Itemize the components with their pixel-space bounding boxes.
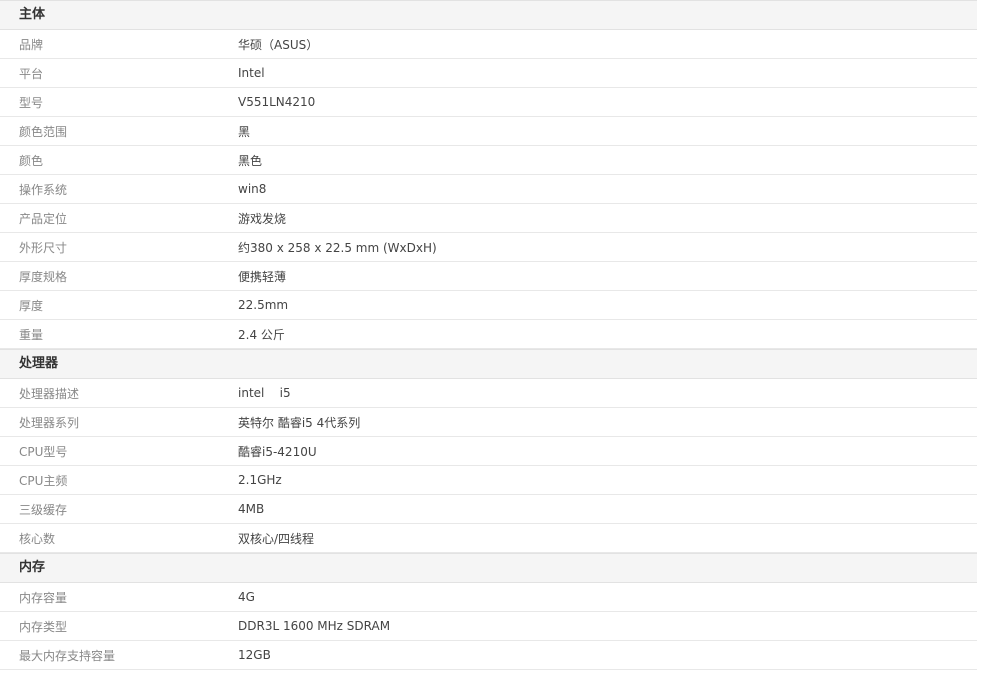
spec-row-cpu-desc: 处理器描述 intel i5 bbox=[0, 379, 977, 408]
spec-row-cores: 核心数 双核心/四线程 bbox=[0, 524, 977, 553]
spec-row-dimensions: 外形尺寸 约380 x 258 x 22.5 mm (WxDxH) bbox=[0, 233, 977, 262]
spec-label: CPU型号 bbox=[19, 444, 68, 459]
spec-row-color-range: 颜色范围 黑 bbox=[0, 117, 977, 146]
spec-value: 2.4 公斤 bbox=[238, 327, 285, 342]
spec-label: 厚度规格 bbox=[19, 269, 68, 284]
spec-label: 核心数 bbox=[19, 531, 56, 546]
spec-row-platform: 平台 Intel bbox=[0, 59, 977, 88]
spec-row-mem-capacity: 内存容量 4G bbox=[0, 583, 977, 612]
spec-label: 操作系统 bbox=[19, 182, 68, 197]
spec-value: 4MB bbox=[238, 502, 265, 516]
spec-label: 最大内存支持容量 bbox=[19, 648, 116, 663]
spec-value: 游戏发烧 bbox=[238, 211, 287, 226]
spec-value: 2.1GHz bbox=[238, 473, 282, 487]
spec-value: 酷睿i5-4210U bbox=[238, 444, 317, 459]
spec-label: 处理器系列 bbox=[19, 415, 80, 430]
spec-label: 颜色 bbox=[19, 153, 44, 168]
spec-label: 平台 bbox=[19, 66, 44, 81]
spec-value: 22.5mm bbox=[238, 298, 289, 312]
spec-label: 处理器描述 bbox=[19, 386, 80, 401]
spec-label: 产品定位 bbox=[19, 211, 68, 226]
spec-label: CPU主频 bbox=[19, 473, 68, 488]
spec-row-thickness-class: 厚度规格 便携轻薄 bbox=[0, 262, 977, 291]
spec-row-weight: 重量 2.4 公斤 bbox=[0, 320, 977, 349]
spec-row-cpu-model: CPU型号 酷睿i5-4210U bbox=[0, 437, 977, 466]
spec-row-os: 操作系统 win8 bbox=[0, 175, 977, 204]
spec-label: 内存容量 bbox=[19, 590, 68, 605]
spec-row-color: 颜色 黑色 bbox=[0, 146, 977, 175]
section-header-memory: 内存 bbox=[0, 553, 977, 583]
section-header-processor: 处理器 bbox=[0, 349, 977, 379]
spec-value: Intel bbox=[238, 66, 265, 80]
spec-value: 12GB bbox=[238, 648, 271, 662]
spec-row-positioning: 产品定位 游戏发烧 bbox=[0, 204, 977, 233]
spec-label: 厚度 bbox=[19, 298, 44, 313]
spec-value: 英特尔 酷睿i5 4代系列 bbox=[238, 415, 361, 430]
section-header-main: 主体 bbox=[0, 0, 977, 30]
spec-table: 主体 品牌 华硕（ASUS） 平台 Intel 型号 V551LN4210 颜色… bbox=[0, 0, 977, 670]
spec-row-l3-cache: 三级缓存 4MB bbox=[0, 495, 977, 524]
spec-value: 约380 x 258 x 22.5 mm (WxDxH) bbox=[238, 240, 437, 255]
spec-value: DDR3L 1600 MHz SDRAM bbox=[238, 619, 391, 633]
spec-value: intel i5 bbox=[238, 386, 291, 400]
spec-value: 双核心/四线程 bbox=[238, 531, 315, 546]
spec-row-mem-max: 最大内存支持容量 12GB bbox=[0, 641, 977, 670]
spec-value: 便携轻薄 bbox=[238, 269, 287, 284]
spec-value: V551LN4210 bbox=[238, 95, 316, 109]
spec-label: 型号 bbox=[19, 95, 44, 110]
spec-value: 黑 bbox=[238, 124, 251, 139]
spec-value: 华硕（ASUS） bbox=[238, 37, 319, 52]
spec-label: 重量 bbox=[19, 327, 44, 342]
spec-label: 内存类型 bbox=[19, 619, 68, 634]
spec-row-brand: 品牌 华硕（ASUS） bbox=[0, 30, 977, 59]
spec-row-cpu-series: 处理器系列 英特尔 酷睿i5 4代系列 bbox=[0, 408, 977, 437]
spec-label: 颜色范围 bbox=[19, 124, 68, 139]
spec-row-cpu-freq: CPU主频 2.1GHz bbox=[0, 466, 977, 495]
spec-label: 品牌 bbox=[19, 37, 44, 52]
spec-value: 4G bbox=[238, 590, 255, 604]
spec-label: 外形尺寸 bbox=[19, 240, 68, 255]
spec-value: win8 bbox=[238, 182, 267, 196]
spec-row-thickness: 厚度 22.5mm bbox=[0, 291, 977, 320]
spec-row-mem-type: 内存类型 DDR3L 1600 MHz SDRAM bbox=[0, 612, 977, 641]
spec-row-model: 型号 V551LN4210 bbox=[0, 88, 977, 117]
spec-label: 三级缓存 bbox=[19, 502, 68, 517]
spec-value: 黑色 bbox=[238, 153, 263, 168]
